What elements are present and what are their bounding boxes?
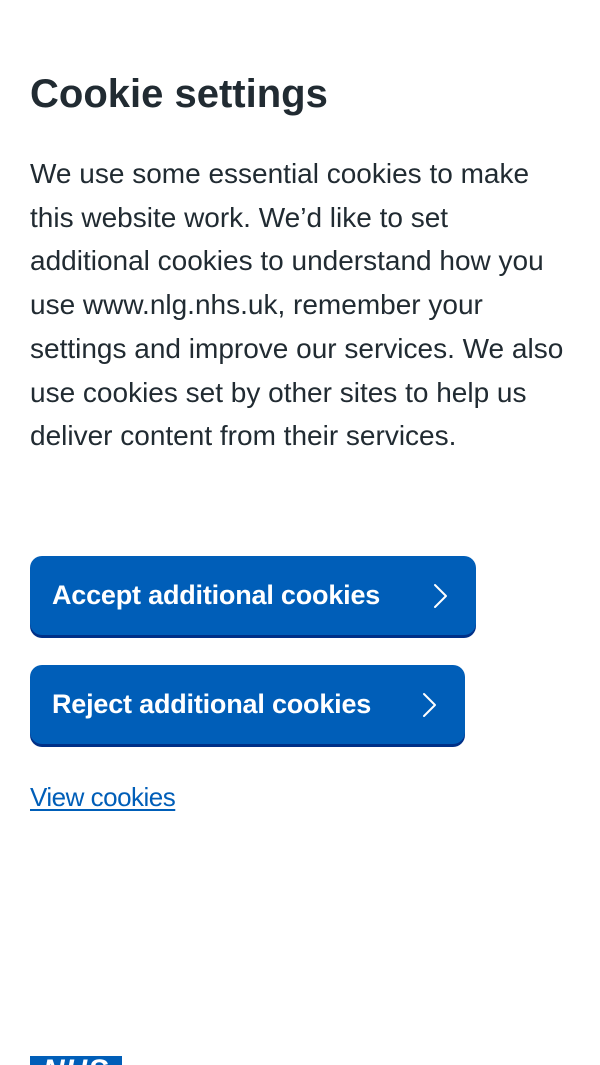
reject-cookies-button[interactable]: Reject additional cookies <box>30 665 465 744</box>
reject-cookies-label: Reject additional cookies <box>52 689 372 719</box>
cookie-description: We use some essential cookies to make th… <box>30 158 564 452</box>
view-cookies-link[interactable]: View cookies <box>30 780 176 814</box>
accept-cookies-button[interactable]: Accept additional cookies <box>30 556 476 635</box>
nhs-logo: NHS <box>30 1056 122 1065</box>
page-title: Cookie settings <box>30 72 328 116</box>
chevron-right-icon <box>434 583 447 608</box>
accept-cookies-label: Accept additional cookies <box>52 580 381 610</box>
chevron-right-icon <box>423 692 436 717</box>
cookie-settings-page: Cookie settings We use some essential co… <box>0 0 600 1065</box>
